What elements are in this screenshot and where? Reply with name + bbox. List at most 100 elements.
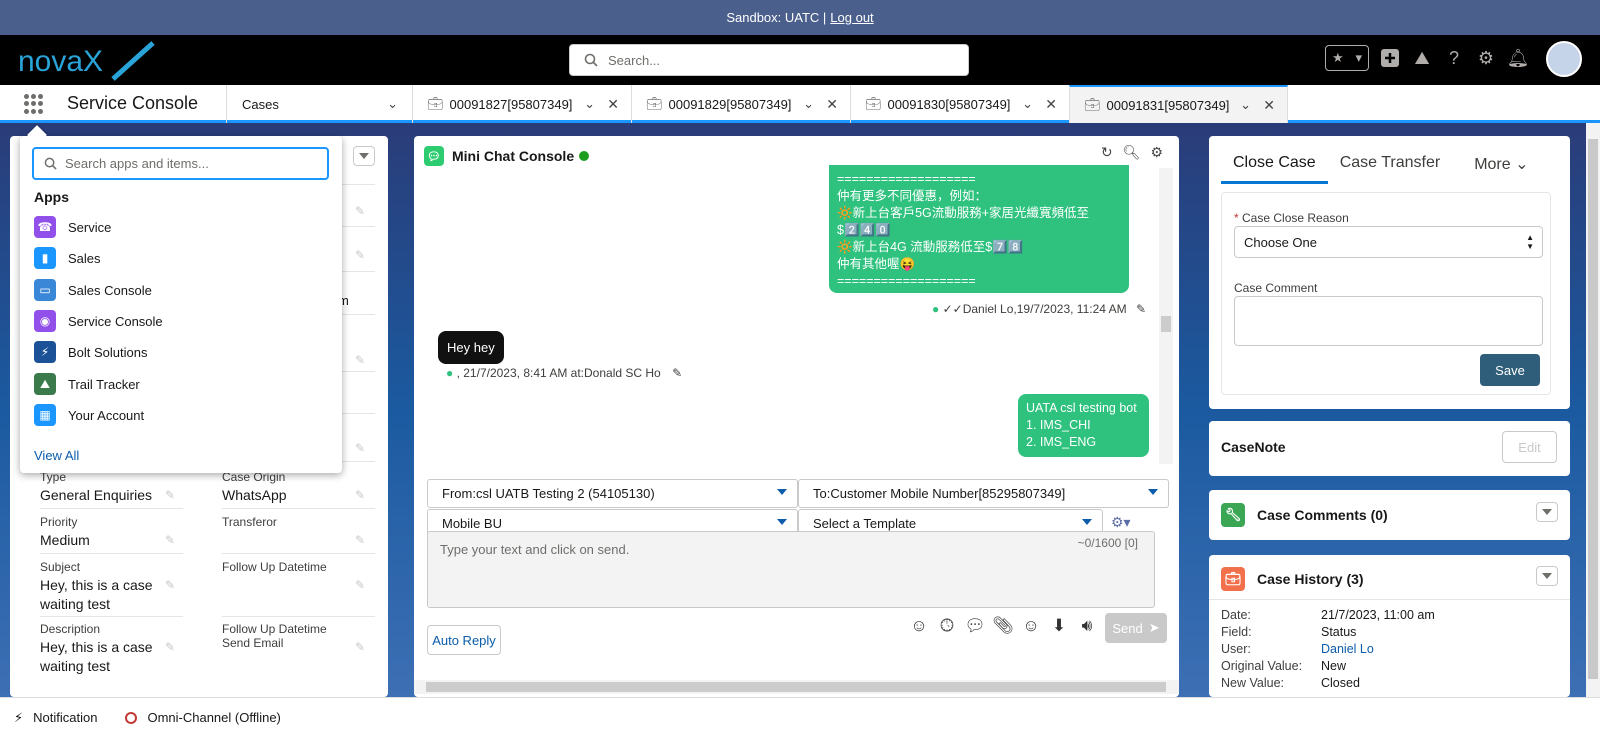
- send-arrow-icon: ➤: [1148, 620, 1160, 635]
- pencil-icon[interactable]: ✎: [165, 533, 175, 547]
- workspace-tab[interactable]: 💼︎ 00091829[95807349] ⌄ ✕: [631, 85, 850, 123]
- help-icon[interactable]: ?: [1443, 47, 1465, 69]
- template-settings-icon[interactable]: ⚙▾: [1111, 514, 1131, 531]
- app-item-service-console[interactable]: ◉ Service Console: [34, 307, 163, 335]
- outgoing-message-line: 1. IMS_CHI: [1026, 418, 1091, 432]
- header-icons: ★ ▾ ⛰ ? ⚙ 🔔︎: [1325, 45, 1529, 71]
- download-icon[interactable]: ⬇: [1048, 615, 1070, 637]
- briefcase-icon: 💼︎: [865, 96, 882, 111]
- description-label: Description: [40, 622, 101, 636]
- gear-icon[interactable]: ⚙: [1150, 144, 1163, 161]
- sales-app-icon: ▮: [34, 247, 56, 269]
- tab-close-case[interactable]: Close Case: [1221, 154, 1328, 184]
- app-launcher-menu: Search apps and items... Apps ☎ Service ▮…: [20, 136, 342, 473]
- pencil-icon[interactable]: ✎: [355, 578, 365, 592]
- pencil-icon[interactable]: ✎: [355, 204, 365, 218]
- trailhead-icon[interactable]: ⛰: [1411, 47, 1433, 69]
- refresh-icon[interactable]: ↻: [1101, 144, 1113, 161]
- tab-case-transfer[interactable]: Case Transfer: [1328, 154, 1452, 184]
- send-button[interactable]: Send ➤: [1105, 613, 1167, 643]
- app-item-sales[interactable]: ▮ Sales: [34, 244, 101, 272]
- app-item-your-account[interactable]: ▦ Your Account: [34, 401, 144, 429]
- service-app-icon: ☎: [34, 216, 56, 238]
- panel-dropdown-button[interactable]: [353, 146, 375, 166]
- history-value: Closed: [1321, 676, 1360, 690]
- history-value: 21/7/2023, 11:00 am: [1321, 608, 1435, 622]
- pencil-icon[interactable]: ✎: [355, 533, 365, 547]
- chat-bubble-icon[interactable]: 💬︎: [964, 615, 986, 637]
- close-reason-select[interactable]: Choose One ▲ ▼: [1234, 226, 1543, 258]
- tab-label: 00091831[95807349]: [1106, 97, 1230, 113]
- note-icon[interactable]: ✎: [672, 366, 682, 380]
- chat-horizontal-scrollbar[interactable]: [414, 680, 1179, 694]
- case-comment-textarea[interactable]: [1234, 296, 1543, 346]
- avatar[interactable]: [1546, 41, 1582, 77]
- pencil-icon[interactable]: ✎: [355, 640, 365, 654]
- case-comments-menu-button[interactable]: [1536, 502, 1558, 522]
- gear-icon[interactable]: ⚙: [1475, 47, 1497, 69]
- attachment-icon[interactable]: 📎︎: [992, 615, 1014, 637]
- sticker-icon[interactable]: ☺: [908, 615, 930, 637]
- workspace-tab-active[interactable]: 💼︎ 00091831[95807349] ⌄ ✕: [1069, 85, 1288, 123]
- page-scrollbar[interactable]: [1586, 123, 1600, 697]
- note-icon[interactable]: ✎: [1136, 302, 1146, 316]
- pencil-icon[interactable]: ✎: [355, 488, 365, 502]
- briefcase-icon: 💼︎: [646, 96, 663, 111]
- app-item-service[interactable]: ☎ Service: [34, 213, 111, 241]
- app-item-bolt-solutions[interactable]: ⚡︎ Bolt Solutions: [34, 338, 148, 366]
- auto-reply-button[interactable]: Auto Reply: [427, 625, 501, 655]
- app-item-trail-tracker[interactable]: ⛰ Trail Tracker: [34, 370, 140, 398]
- pencil-icon[interactable]: ✎: [355, 248, 365, 262]
- save-button[interactable]: Save: [1480, 354, 1540, 386]
- chevron-down-icon[interactable]: ⌄: [387, 96, 398, 112]
- history-row: New Value: Closed: [1221, 676, 1360, 690]
- chevron-down-icon[interactable]: ⌄: [1240, 97, 1251, 113]
- pencil-icon[interactable]: ✎: [165, 488, 175, 502]
- chat-header: 💬︎ Mini Chat Console: [424, 146, 590, 166]
- close-icon[interactable]: ✕: [607, 96, 619, 113]
- lightning-icon: ⚡︎: [14, 709, 24, 725]
- logout-link[interactable]: Log out: [830, 10, 873, 25]
- omni-channel-item[interactable]: Omni-Channel (Offline): [125, 710, 281, 725]
- app-item-sales-console[interactable]: ▭ Sales Console: [34, 276, 152, 304]
- bell-icon[interactable]: 🔔︎: [1507, 47, 1530, 69]
- speaker-icon[interactable]: 🔊︎: [1076, 615, 1098, 637]
- chevron-down-icon[interactable]: ⌄: [1022, 96, 1033, 112]
- pencil-icon[interactable]: ✎: [355, 441, 365, 455]
- star-icon: ★: [1331, 50, 1344, 65]
- incoming-message-meta: ● , 21/7/2023, 8:41 AM at:Donald SC Ho ✎: [446, 366, 682, 380]
- favorites-button[interactable]: ★ ▾: [1325, 45, 1369, 71]
- pencil-icon[interactable]: ✎: [355, 353, 365, 367]
- message-input[interactable]: Type your text and click on send. ~0/160…: [427, 531, 1155, 608]
- chat-scrollbar[interactable]: [1159, 168, 1173, 464]
- view-all-link[interactable]: View All: [34, 448, 79, 463]
- history-row: User: Daniel Lo: [1221, 642, 1374, 656]
- workspace-tab[interactable]: 💼︎ 00091830[95807349] ⌄ ✕: [850, 85, 1069, 123]
- tab-more[interactable]: More ⌄: [1462, 154, 1540, 184]
- chevron-down-icon[interactable]: ⌄: [584, 96, 595, 112]
- workspace-tab[interactable]: 💼︎ 00091827[95807349] ⌄ ✕: [412, 85, 631, 123]
- notification-item[interactable]: ⚡︎ Notification: [14, 710, 97, 726]
- history-user-link[interactable]: Daniel Lo: [1321, 642, 1374, 656]
- global-search-input[interactable]: Search...: [569, 44, 969, 76]
- close-icon[interactable]: ✕: [826, 96, 838, 113]
- app-search-input[interactable]: Search apps and items...: [32, 147, 329, 180]
- history-key: Date:: [1221, 608, 1251, 622]
- object-select[interactable]: Cases ⌄: [226, 85, 412, 123]
- pencil-icon[interactable]: ✎: [165, 578, 175, 592]
- subject-label: Subject: [40, 560, 81, 574]
- emoji-icon[interactable]: ☺: [1020, 615, 1042, 637]
- to-select[interactable]: To:Customer Mobile Number[85295807349]: [798, 479, 1169, 508]
- global-actions-icon[interactable]: [1379, 47, 1401, 69]
- app-launcher-icon[interactable]: [24, 94, 44, 114]
- case-history-menu-button[interactable]: [1536, 566, 1558, 586]
- clock-icon[interactable]: 🕓︎: [936, 615, 958, 637]
- pencil-icon[interactable]: ✎: [165, 640, 175, 654]
- character-counter: ~0/1600 [0]: [1077, 536, 1138, 550]
- chevron-down-icon[interactable]: ⌄: [803, 96, 814, 112]
- search-icon[interactable]: 🔍︎: [1123, 144, 1141, 161]
- close-icon[interactable]: ✕: [1263, 97, 1275, 114]
- edit-button[interactable]: Edit: [1502, 431, 1557, 463]
- from-select[interactable]: From:csl UATB Testing 2 (54105130): [427, 479, 798, 508]
- close-icon[interactable]: ✕: [1045, 96, 1057, 113]
